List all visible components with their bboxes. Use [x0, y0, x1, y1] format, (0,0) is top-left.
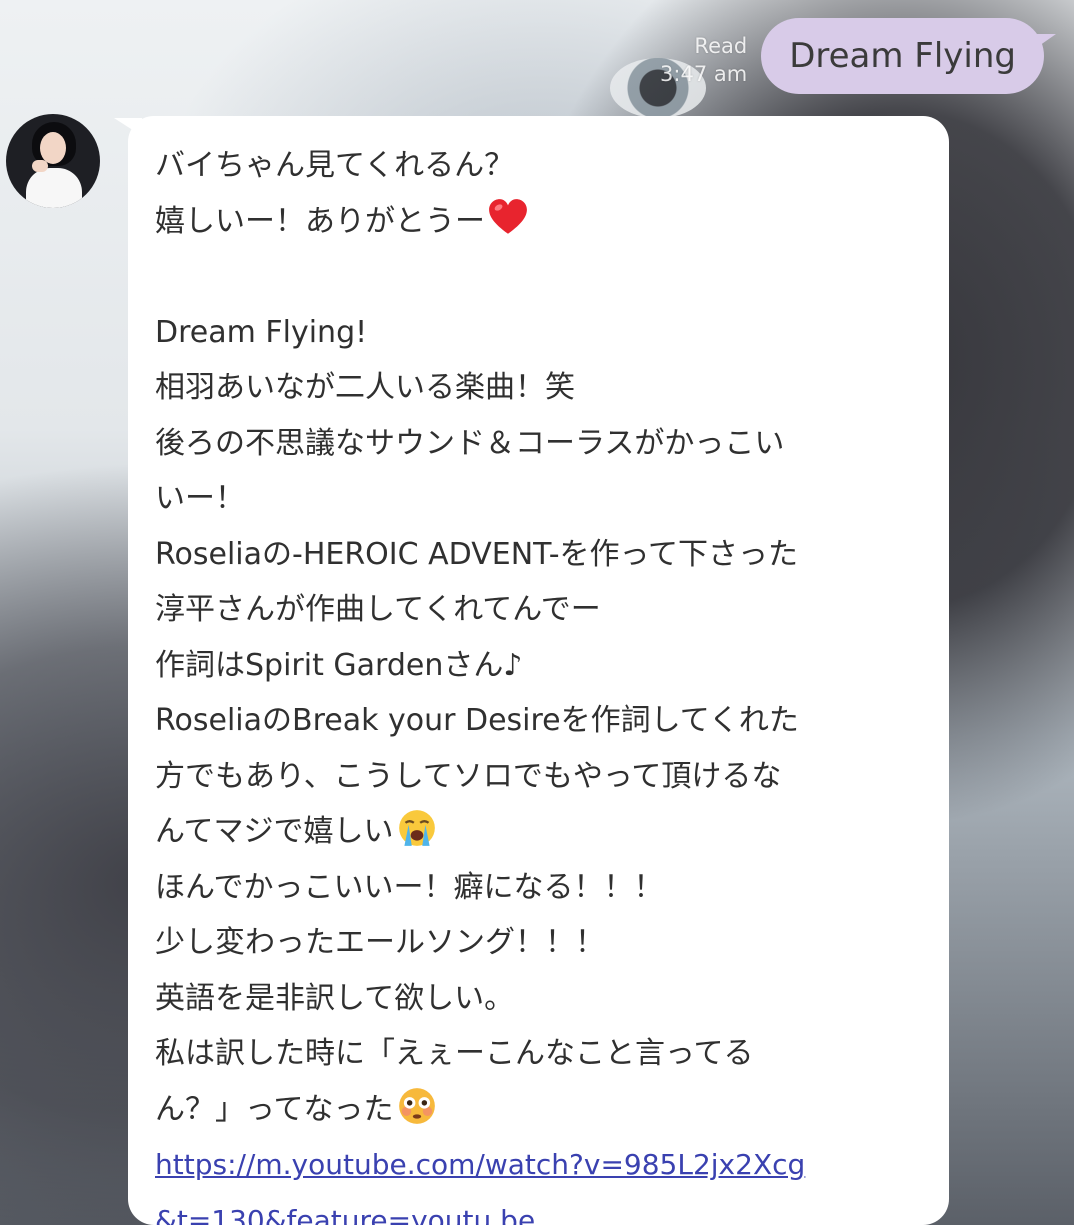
- read-receipt: Read 3:47 am: [660, 32, 747, 88]
- message-line-with-heart: 嬉しいー！ありがとうー: [155, 194, 929, 250]
- avatar-body: [26, 168, 82, 208]
- message-line: 方でもあり、こうしてソロでもやって頂けるな: [155, 758, 782, 794]
- flushed-face-emoji-icon: [398, 1087, 435, 1124]
- message-line: 淳平さんが作曲してくれてんでー: [155, 592, 601, 627]
- incoming-message-bubble[interactable]: バイちゃん見てくれるん？ 嬉しいー！ありがとうー Dream Flying! 相…: [128, 116, 949, 1225]
- message-line-text: んてマジで嬉しい: [155, 814, 394, 849]
- youtube-link-continued[interactable]: &t=130&feature=youtu.be: [155, 1193, 929, 1225]
- message-line: 少し変わったエールソング！！！: [155, 925, 605, 960]
- read-label: Read: [694, 34, 748, 58]
- message-line: 私は訳した時に「えぇーこんなこと言ってる: [155, 1036, 754, 1071]
- message-line: 作詞はSpirit Gardenさん♪: [155, 647, 523, 683]
- message-line: ほんでかっこいいー！癖になる！！！: [155, 869, 664, 905]
- avatar-hand: [32, 160, 48, 172]
- youtube-link[interactable]: https://m.youtube.com/watch?v=985L2jx2Xc…: [155, 1137, 929, 1193]
- message-time: 3:47 am: [660, 62, 748, 86]
- outgoing-message-row: Read 3:47 am Dream Flying: [660, 18, 1056, 94]
- loudly-crying-face-emoji-icon: [398, 810, 435, 846]
- outgoing-message-bubble[interactable]: Dream Flying: [761, 18, 1056, 94]
- message-line: 英語を是非訳して欲しい。: [155, 980, 515, 1016]
- message-line-text: ん？」ってなった: [155, 1091, 394, 1127]
- avatar-face: [40, 132, 66, 164]
- red-heart-emoji-icon: [489, 198, 527, 234]
- message-line-with-flushed: ん？」ってなった: [155, 1082, 929, 1138]
- message-line: いー！: [155, 481, 245, 516]
- message-line: 相羽あいなが二人いる楽曲！笑: [155, 370, 575, 405]
- message-line: 後ろの不思議なサウンド＆コーラスがかっこい: [155, 425, 785, 461]
- sender-avatar[interactable]: [6, 114, 100, 208]
- message-line: RoseliaのBreak your Desireを作詞してくれた: [155, 703, 799, 738]
- message-line: Roseliaの-HEROIC ADVENT-を作って下さった: [155, 536, 799, 572]
- message-line: バイちゃん見てくれるん？: [155, 148, 515, 183]
- message-line: Dream Flying!: [155, 314, 368, 350]
- message-line-text: 嬉しいー！ありがとうー: [155, 203, 485, 239]
- message-line-with-crying: んてマジで嬉しい: [155, 804, 929, 860]
- outgoing-message-text: Dream Flying: [789, 36, 1016, 76]
